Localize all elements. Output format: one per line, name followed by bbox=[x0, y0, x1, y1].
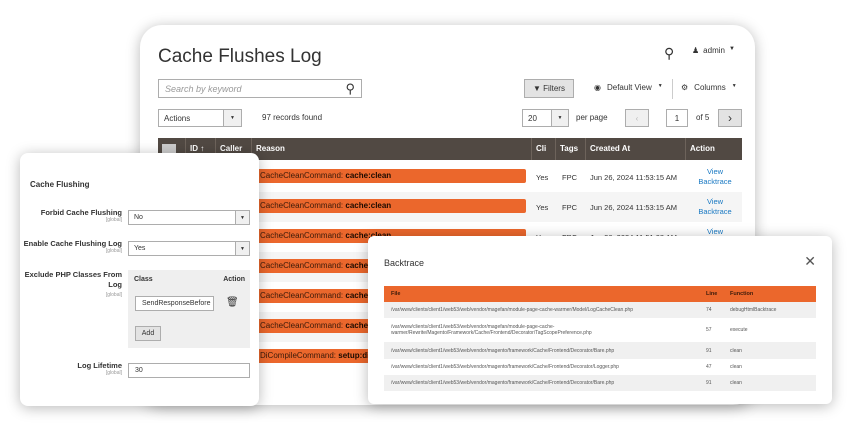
function-cell: clean bbox=[730, 347, 742, 354]
exclude-classes-table: Class Action SendResponseBefore 🗑 Add bbox=[128, 270, 250, 348]
log-lifetime-label: Log Lifetime [global] bbox=[77, 361, 122, 376]
function-header: Function bbox=[730, 291, 754, 297]
actions-label: Actions bbox=[164, 113, 191, 123]
column-reason[interactable]: Reason bbox=[252, 138, 532, 160]
close-icon[interactable]: ✕ bbox=[804, 253, 816, 270]
prev-page-button[interactable]: ‹ bbox=[625, 109, 649, 127]
file-cell: /var/www/clients/client1/web53/web/vendo… bbox=[391, 324, 592, 336]
line-cell: 57 bbox=[706, 327, 712, 333]
per-page-label: per page bbox=[576, 113, 608, 122]
search-icon[interactable]: ⚲ bbox=[345, 81, 355, 97]
file-cell: /var/www/clients/client1/web53/web/vendo… bbox=[391, 307, 634, 313]
chevron-down-icon: ▼ bbox=[223, 110, 241, 126]
page-input[interactable]: 1 bbox=[666, 109, 688, 127]
chevron-down-icon: ▼ bbox=[657, 83, 663, 89]
action-header: Action bbox=[223, 276, 245, 283]
reason-badge: CacheCleanCommand: cache:clean bbox=[256, 199, 526, 213]
backtrace-modal: Backtrace ✕ File Line Function /var/www/… bbox=[368, 236, 832, 404]
tags-cell: FPC bbox=[562, 202, 577, 212]
reason-badge: CacheCleanCommand: cache:clean bbox=[256, 169, 526, 183]
user-name: admin bbox=[703, 46, 725, 55]
line-cell: 74 bbox=[706, 307, 712, 313]
actions-dropdown[interactable]: Actions ▼ bbox=[158, 109, 242, 127]
file-cell: /var/www/clients/client1/web53/web/vendo… bbox=[391, 347, 615, 354]
cache-flushing-config-panel: Cache Flushing Forbid Cache Flushing [glo… bbox=[20, 153, 259, 406]
backtrace-header: File Line Function bbox=[384, 286, 816, 302]
function-cell: debugHtmlBacktrace bbox=[730, 307, 777, 313]
records-count: 97 records found bbox=[262, 113, 323, 122]
class-input[interactable]: SendResponseBefore bbox=[135, 296, 214, 311]
filters-button[interactable]: ▼ Filters bbox=[524, 79, 574, 98]
next-page-button[interactable]: › bbox=[718, 109, 742, 127]
line-cell: 91 bbox=[706, 380, 712, 386]
file-cell: /var/www/clients/client1/web53/web/vendo… bbox=[391, 380, 615, 386]
enable-value: Yes bbox=[134, 245, 146, 252]
line-cell: 47 bbox=[706, 364, 712, 370]
function-cell: execute bbox=[730, 327, 748, 333]
forbid-value: No bbox=[134, 214, 143, 221]
forbid-label: Forbid Cache Flushing [global] bbox=[40, 208, 122, 223]
exclude-classes-label: Exclude PHP Classes From Log [global] bbox=[24, 270, 122, 298]
default-view-dropdown[interactable]: ◉ Default View ▼ bbox=[594, 83, 663, 92]
add-button[interactable]: Add bbox=[135, 326, 161, 341]
created-at-cell: Jun 26, 2024 11:53:15 AM bbox=[590, 172, 678, 182]
columns-dropdown[interactable]: ⚙ Columns ▼ bbox=[681, 83, 737, 92]
cli-cell: Yes bbox=[536, 202, 549, 212]
backtrace-row: /var/www/clients/client1/web53/web/vendo… bbox=[384, 375, 816, 391]
line-cell: 91 bbox=[706, 347, 712, 354]
column-created-at[interactable]: Created At bbox=[586, 138, 686, 160]
filters-label: Filters bbox=[543, 84, 565, 93]
user-menu[interactable]: ♟ admin ▼ bbox=[692, 46, 735, 55]
function-cell: clean bbox=[730, 380, 742, 386]
column-action: Action bbox=[690, 144, 715, 153]
trash-icon[interactable]: 🗑 bbox=[226, 297, 239, 308]
page-total: of 5 bbox=[696, 113, 710, 122]
class-header: Class bbox=[134, 276, 153, 283]
modal-title: Backtrace bbox=[384, 258, 425, 268]
log-lifetime-input[interactable]: 30 bbox=[128, 363, 250, 378]
file-cell: /var/www/clients/client1/web53/web/vendo… bbox=[391, 364, 619, 370]
section-title: Cache Flushing bbox=[30, 180, 90, 189]
chevron-down-icon: ▼ bbox=[235, 242, 249, 255]
view-backtrace-link[interactable]: ViewBacktrace bbox=[698, 192, 732, 222]
tags-cell: FPC bbox=[562, 172, 577, 182]
backtrace-row: /var/www/clients/client1/web53/web/vendo… bbox=[384, 302, 816, 318]
column-cli[interactable]: Cli bbox=[532, 138, 556, 160]
line-header: Line bbox=[706, 291, 718, 297]
filter-icon: ▼ bbox=[533, 84, 544, 93]
chevron-down-icon: ▼ bbox=[235, 211, 249, 224]
column-tags[interactable]: Tags bbox=[556, 138, 586, 160]
enable-log-select[interactable]: Yes ▼ bbox=[128, 241, 250, 256]
search-input[interactable]: Search by keyword ⚲ bbox=[158, 79, 362, 98]
divider bbox=[672, 79, 673, 99]
search-placeholder: Search by keyword bbox=[165, 83, 242, 94]
page-title: Cache Flushes Log bbox=[158, 46, 322, 67]
per-page-select[interactable]: 20 ▼ bbox=[522, 109, 569, 127]
file-header: File bbox=[391, 291, 401, 297]
gear-icon: ⚙ bbox=[681, 83, 689, 92]
backtrace-row: /var/www/clients/client1/web53/web/vendo… bbox=[384, 342, 816, 359]
enable-log-label: Enable Cache Flushing Log [global] bbox=[23, 239, 122, 254]
backtrace-row: /var/www/clients/client1/web53/web/vendo… bbox=[384, 359, 816, 375]
created-at-cell: Jun 26, 2024 11:53:15 AM bbox=[590, 202, 678, 212]
default-view-label: Default View bbox=[606, 83, 652, 92]
function-cell: clean bbox=[730, 364, 742, 370]
user-icon: ♟ bbox=[692, 46, 700, 55]
eye-icon: ◉ bbox=[594, 83, 601, 92]
columns-label: Columns bbox=[694, 83, 726, 92]
cli-cell: Yes bbox=[536, 172, 549, 182]
search-icon[interactable]: ⚲ bbox=[664, 45, 674, 62]
per-page-value: 20 bbox=[528, 113, 537, 123]
chevron-down-icon: ▼ bbox=[551, 110, 568, 126]
forbid-cache-flushing-select[interactable]: No ▼ bbox=[128, 210, 250, 225]
chevron-down-icon: ▼ bbox=[728, 46, 735, 52]
backtrace-row: /var/www/clients/client1/web53/web/vendo… bbox=[384, 318, 816, 342]
chevron-down-icon: ▼ bbox=[731, 83, 737, 89]
view-backtrace-link[interactable]: ViewBacktrace bbox=[698, 162, 732, 192]
